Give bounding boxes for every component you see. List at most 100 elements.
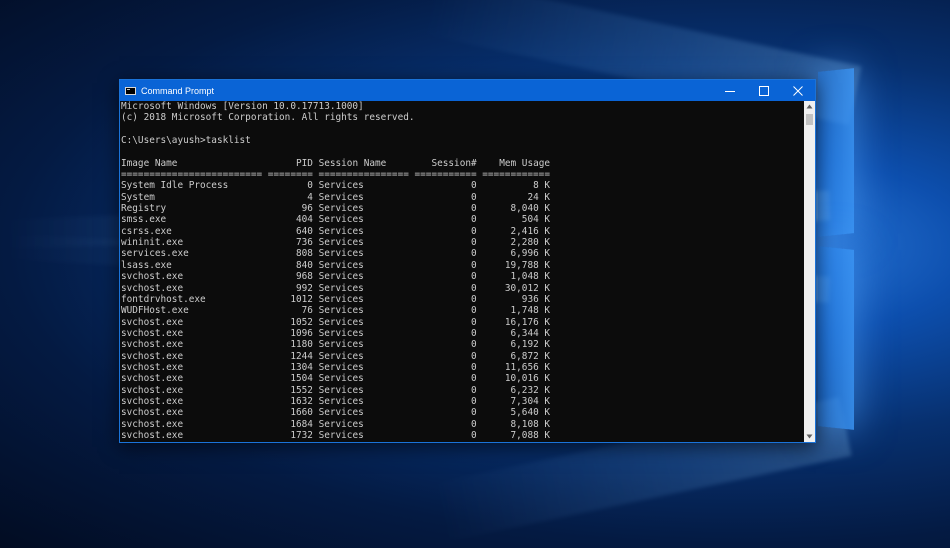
cell-pid: 992	[267, 282, 313, 294]
cell-image-name: svchost.exe	[121, 373, 263, 385]
cell-mem-usage: 2,280 K	[482, 237, 551, 249]
console-line: C:\Users\ayush>tasklist	[121, 135, 251, 147]
cell-session-num: 0	[414, 350, 477, 362]
cell-session-name: Services	[318, 293, 409, 305]
cell-session-num: 0	[414, 293, 477, 305]
table-row: svchost.exe 992 Services 0 30,012 K	[121, 283, 805, 294]
cell-image-name: System Idle Process	[121, 180, 263, 192]
table-separator: ========================= ======== =====…	[121, 169, 550, 181]
cmd-icon[interactable]	[125, 86, 136, 95]
cell-session-num: 0	[414, 214, 477, 226]
chevron-down-icon	[806, 434, 813, 439]
cell-session-num: 0	[414, 259, 477, 271]
table-row: svchost.exe 1504 Services 0 10,016 K	[121, 373, 805, 384]
cell-pid: 1304	[267, 361, 313, 373]
windows-logo-pane	[818, 246, 854, 430]
console-output[interactable]: Microsoft Windows [Version 10.0.17713.10…	[120, 101, 805, 442]
vertical-scrollbar[interactable]	[804, 101, 815, 442]
table-row: wininit.exe 736 Services 0 2,280 K	[121, 237, 805, 248]
cell-session-num: 0	[414, 384, 477, 396]
table-header-row: Image Name PID Session Name Session# Mem…	[121, 158, 805, 169]
table-row: fontdrvhost.exe 1012 Services 0 936 K	[121, 294, 805, 305]
maximize-button[interactable]	[747, 80, 781, 101]
cell-mem-usage: 6,232 K	[482, 384, 551, 396]
cell-mem-usage: 6,996 K	[482, 248, 551, 260]
cell-pid: 1504	[267, 373, 313, 385]
cell-mem-usage: 24 K	[482, 191, 551, 203]
table-row: System 4 Services 0 24 K	[121, 192, 805, 203]
cell-session-num: 0	[414, 203, 477, 215]
cell-mem-usage: 16,176 K	[482, 316, 551, 328]
cell-session-name: Services	[318, 327, 409, 339]
scrollbar-thumb[interactable]	[806, 114, 813, 125]
cell-session-name: Services	[318, 237, 409, 249]
cell-image-name: svchost.exe	[121, 271, 263, 283]
cell-session-num: 0	[414, 305, 477, 317]
cell-mem-usage: 11,656 K	[482, 361, 551, 373]
cell-session-num: 0	[414, 327, 477, 339]
cell-image-name: svchost.exe	[121, 339, 263, 351]
cell-image-name: svchost.exe	[121, 316, 263, 328]
cell-pid: 96	[267, 203, 313, 215]
cell-image-name: csrss.exe	[121, 225, 263, 237]
cell-pid: 1632	[267, 395, 313, 407]
cell-session-name: Services	[318, 350, 409, 362]
cell-image-name: WUDFHost.exe	[121, 305, 263, 317]
cell-pid: 640	[267, 225, 313, 237]
cell-pid: 1012	[267, 293, 313, 305]
cell-mem-usage: 8,040 K	[482, 203, 551, 215]
cell-session-name: Services	[318, 180, 409, 192]
cell-session-name: Services	[318, 259, 409, 271]
col-mem-usage: Mem Usage	[482, 157, 551, 169]
table-row: smss.exe 404 Services 0 504 K	[121, 214, 805, 225]
command-prompt-window[interactable]: Command Prompt Microsoft Windows [Versio…	[119, 79, 816, 443]
table-row: WUDFHost.exe 76 Services 0 1,748 K	[121, 305, 805, 316]
cell-session-num: 0	[414, 418, 477, 430]
cell-session-name: Services	[318, 305, 409, 317]
table-row: svchost.exe 1684 Services 0 8,108 K	[121, 419, 805, 430]
cell-session-num: 0	[414, 248, 477, 260]
console-line: (c) 2018 Microsoft Corporation. All righ…	[121, 112, 415, 124]
scroll-up-button[interactable]	[804, 101, 815, 112]
col-pid: PID	[267, 157, 313, 169]
cell-session-num: 0	[414, 361, 477, 373]
cell-session-num: 0	[414, 271, 477, 283]
close-button[interactable]	[781, 80, 815, 101]
table-row: csrss.exe 640 Services 0 2,416 K	[121, 226, 805, 237]
table-row: svchost.exe 1552 Services 0 6,232 K	[121, 385, 805, 396]
cell-mem-usage: 8 K	[482, 180, 551, 192]
cell-session-name: Services	[318, 214, 409, 226]
cell-mem-usage: 7,088 K	[482, 429, 551, 441]
cell-session-name: Services	[318, 316, 409, 328]
cell-pid: 968	[267, 271, 313, 283]
console-header: Microsoft Windows [Version 10.0.17713.10…	[121, 101, 805, 158]
cell-session-name: Services	[318, 395, 409, 407]
cell-session-name: Services	[318, 407, 409, 419]
cell-pid: 1684	[267, 418, 313, 430]
table-row: lsass.exe 840 Services 0 19,788 K	[121, 260, 805, 271]
table-row: Registry 96 Services 0 8,040 K	[121, 203, 805, 214]
cell-mem-usage: 936 K	[482, 293, 551, 305]
table-row: svchost.exe 968 Services 0 1,048 K	[121, 271, 805, 282]
cell-session-name: Services	[318, 248, 409, 260]
cell-image-name: svchost.exe	[121, 327, 263, 339]
title-bar[interactable]: Command Prompt	[120, 80, 815, 101]
cell-image-name: lsass.exe	[121, 259, 263, 271]
cell-image-name: svchost.exe	[121, 282, 263, 294]
cell-image-name: wininit.exe	[121, 237, 263, 249]
cell-image-name: svchost.exe	[121, 350, 263, 362]
cell-mem-usage: 5,640 K	[482, 407, 551, 419]
cell-mem-usage: 1,748 K	[482, 305, 551, 317]
table-row: services.exe 808 Services 0 6,996 K	[121, 248, 805, 259]
cell-image-name: svchost.exe	[121, 407, 263, 419]
minimize-button[interactable]	[713, 80, 747, 101]
scroll-down-button[interactable]	[804, 431, 815, 442]
cell-session-num: 0	[414, 237, 477, 249]
cell-mem-usage: 1,048 K	[482, 271, 551, 283]
cell-image-name: services.exe	[121, 248, 263, 260]
table-row: svchost.exe 1632 Services 0 7,304 K	[121, 396, 805, 407]
cell-pid: 840	[267, 259, 313, 271]
cell-session-name: Services	[318, 225, 409, 237]
cell-session-name: Services	[318, 191, 409, 203]
cell-pid: 1096	[267, 327, 313, 339]
